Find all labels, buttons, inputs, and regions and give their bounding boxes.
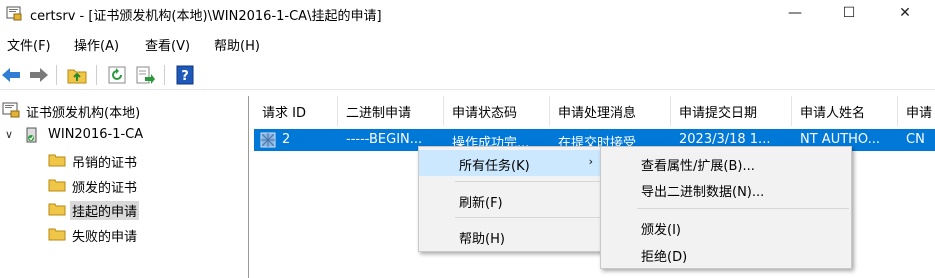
ca-server-icon (26, 127, 37, 143)
tree-item-failed[interactable]: 失败的申请 (48, 224, 238, 246)
cell-requester-name: NT AUTHO... (800, 132, 881, 147)
menu-separator (455, 217, 601, 218)
tree-item-label: 挂起的申请 (70, 201, 140, 220)
context-menu: 所有任务(K) › 刷新(F) 帮助(H) (418, 146, 604, 252)
svg-text:?: ? (181, 69, 189, 84)
close-button[interactable]: ✕ (882, 0, 928, 28)
expand-chevron-icon[interactable]: ∨ (5, 128, 13, 141)
folder-icon (48, 203, 66, 216)
back-icon[interactable] (0, 64, 22, 86)
toolbar: ? (0, 60, 935, 90)
cell-request-id: 2 (282, 132, 291, 147)
folder-icon (48, 228, 66, 241)
menu-item-label: 刷新(F) (459, 196, 503, 211)
pending-request-icon (260, 132, 276, 148)
column-header-submitted-date[interactable]: 申请提交日期 (671, 96, 792, 126)
menu-item-view-attributes[interactable]: 查看属性/扩展(B)... (601, 150, 851, 176)
refresh-icon[interactable] (106, 64, 128, 86)
column-header-disposition-message[interactable]: 申请处理消息 (550, 96, 671, 126)
computer-cert-icon (2, 102, 20, 118)
maximize-button[interactable]: ☐ (826, 0, 872, 28)
forward-icon[interactable] (28, 64, 50, 86)
tree-item-pending[interactable]: 挂起的申请 (48, 199, 238, 221)
menu-bar: 文件(F) 操作(A) 查看(V) 帮助(H) (0, 33, 935, 55)
menu-file[interactable]: 文件(F) (7, 35, 51, 54)
list-header: 请求 ID 二进制申请 申请状态码 申请处理消息 申请提交日期 申请人姓名 申请 (254, 96, 935, 126)
tree-item-label: 颁发的证书 (72, 181, 138, 196)
cell-submitted-date: 2023/3/18 1... (679, 132, 771, 147)
menu-action[interactable]: 操作(A) (74, 35, 119, 54)
tree-root-label: 证书颁发机构(本地) (26, 106, 141, 121)
menu-item-label: 拒绝(D) (641, 250, 688, 265)
export-list-icon[interactable] (134, 64, 156, 86)
tree-item-ca[interactable]: ∨ WIN2016-1-CA (0, 125, 200, 147)
tree-item-label: 吊销的证书 (72, 156, 138, 171)
menu-item-all-tasks[interactable]: 所有任务(K) › (419, 150, 603, 176)
column-header-requester[interactable]: 申请 (898, 96, 935, 126)
toolbar-separator (96, 65, 97, 85)
menu-separator (455, 181, 601, 182)
menu-help[interactable]: 帮助(H) (214, 35, 260, 54)
folder-icon (48, 154, 66, 167)
column-header-request-id[interactable]: 请求 ID (254, 96, 338, 126)
console-tree: 证书颁发机构(本地) ∨ WIN2016-1-CA 吊销的证书 颁发的证书 挂起… (0, 96, 249, 278)
tree-item-label: 失败的申请 (72, 230, 138, 245)
menu-view[interactable]: 查看(V) (145, 35, 190, 54)
menu-item-label: 颁发(I) (641, 223, 681, 238)
certsrv-app-icon (6, 6, 22, 21)
menu-item-label: 帮助(H) (459, 232, 505, 247)
window-title: certsrv - [证书颁发机构(本地)\WIN2016-1-CA\挂起的申请… (30, 9, 382, 24)
column-header-binary-request[interactable]: 二进制申请 (338, 96, 444, 126)
minimize-button[interactable]: — (772, 0, 818, 28)
menu-item-export-binary[interactable]: 导出二进制数据(N)... (601, 176, 851, 202)
help-icon[interactable]: ? (174, 64, 196, 86)
menu-separator (637, 208, 849, 209)
cell-requester: CN (906, 132, 925, 147)
menu-item-label: 所有任务(K) (459, 159, 530, 174)
toolbar-separator (164, 65, 165, 85)
menu-item-deny[interactable]: 拒绝(D) (601, 241, 851, 267)
menu-item-issue[interactable]: 颁发(I) (601, 214, 851, 240)
column-header-requester-name[interactable]: 申请人姓名 (792, 96, 898, 126)
up-folder-icon[interactable] (66, 64, 88, 86)
all-tasks-submenu: 查看属性/扩展(B)... 导出二进制数据(N)... 颁发(I) 拒绝(D) (600, 146, 852, 269)
menu-item-label: 导出二进制数据(N)... (641, 185, 765, 200)
toolbar-separator (56, 65, 57, 85)
column-header-status-code[interactable]: 申请状态码 (444, 96, 550, 126)
tree-item-issued[interactable]: 颁发的证书 (48, 175, 238, 197)
cell-binary-request: -----BEGIN... (346, 132, 423, 147)
submenu-arrow-icon: › (588, 155, 593, 168)
folder-icon (48, 179, 66, 192)
title-bar: certsrv - [证书颁发机构(本地)\WIN2016-1-CA\挂起的申请… (0, 0, 935, 28)
menu-item-label: 查看属性/扩展(B)... (641, 159, 755, 174)
tree-item-revoked[interactable]: 吊销的证书 (48, 150, 238, 172)
menu-item-refresh[interactable]: 刷新(F) (419, 187, 603, 213)
menu-item-help[interactable]: 帮助(H) (419, 223, 603, 249)
tree-ca-label: WIN2016-1-CA (48, 127, 144, 142)
